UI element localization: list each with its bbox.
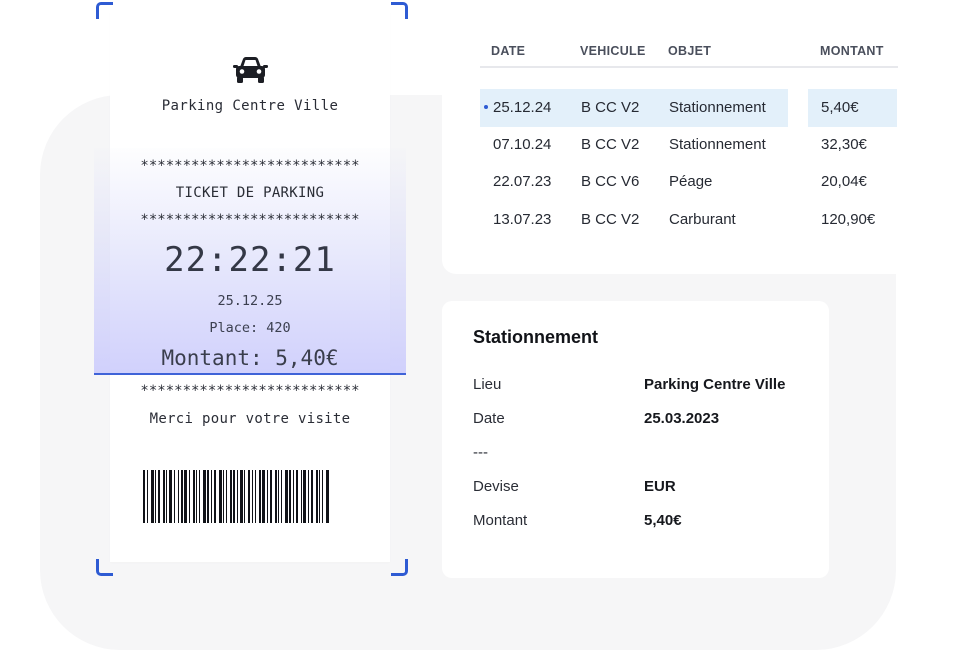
detail-value-lieu: Parking Centre Ville — [644, 376, 786, 393]
scan-frame-corner-bottom-right — [391, 559, 408, 576]
receipt-thanks: Merci pour votre visite — [149, 411, 351, 427]
column-header-amount: MONTANT — [820, 44, 884, 58]
receipt-amount: Montant: 5,40€ — [161, 346, 339, 370]
receipt-ticket-title: TICKET DE PARKING — [175, 185, 325, 201]
table-row-3-date[interactable]: 22.07.23 — [493, 173, 551, 190]
table-row-1-object[interactable]: Stationnement — [669, 99, 766, 116]
receipt-stars-mid: ************************** — [140, 212, 360, 228]
car-icon — [233, 57, 268, 83]
table-row-1-vehicle[interactable]: B CC V2 — [581, 99, 639, 116]
barcode-image — [143, 470, 329, 523]
scan-line — [94, 373, 406, 375]
detail-separator: --- — [473, 444, 488, 461]
table-row-4-vehicle[interactable]: B CC V2 — [581, 211, 639, 228]
table-row-3-amount[interactable]: 20,04€ — [821, 173, 867, 190]
column-header-vehicle: VEHICULE — [580, 44, 646, 58]
receipt-date: 25.12.25 — [217, 293, 283, 309]
table-row-2-object[interactable]: Stationnement — [669, 136, 766, 153]
table-row-1-date[interactable]: 25.12.24 — [493, 99, 551, 116]
table-row-3-object[interactable]: Péage — [669, 173, 712, 190]
receipt-venue: Parking Centre Ville — [161, 98, 339, 114]
scan-frame-corner-top-left — [96, 2, 113, 19]
scan-frame-corner-bottom-left — [96, 559, 113, 576]
detail-title: Stationnement — [473, 327, 599, 347]
table-row-4-object[interactable]: Carburant — [669, 211, 736, 228]
detail-value-date: 25.03.2023 — [644, 410, 720, 427]
table-row-2-amount[interactable]: 32,30€ — [821, 136, 867, 153]
detail-label-devise: Devise — [473, 478, 519, 495]
table-row-2-date[interactable]: 07.10.24 — [493, 136, 551, 153]
table-row-3-vehicle[interactable]: B CC V6 — [581, 173, 639, 190]
table-row-1-amount[interactable]: 5,40€ — [821, 99, 859, 116]
detail-value-devise: EUR — [644, 478, 676, 495]
detail-label-montant: Montant — [473, 512, 528, 529]
column-header-date: DATE — [491, 44, 526, 58]
column-header-object: OBJET — [668, 44, 712, 58]
detail-label-lieu: Lieu — [473, 376, 502, 393]
detail-label-date: Date — [473, 410, 505, 427]
selected-row-indicator — [484, 105, 488, 109]
table-row-4-date[interactable]: 13.07.23 — [493, 211, 551, 228]
table-row-2-vehicle[interactable]: B CC V2 — [581, 136, 639, 153]
receipt-stars-bottom: ************************** — [140, 383, 360, 399]
table-row-4-amount[interactable]: 120,90€ — [821, 211, 875, 228]
receipt-stars-top: ************************** — [140, 158, 360, 174]
header-divider — [480, 66, 898, 68]
scan-frame-corner-top-right — [391, 2, 408, 19]
detail-value-montant: 5,40€ — [644, 512, 682, 529]
receipt-place: Place: 420 — [209, 320, 291, 336]
receipt-time: 22:22:21 — [164, 240, 336, 280]
